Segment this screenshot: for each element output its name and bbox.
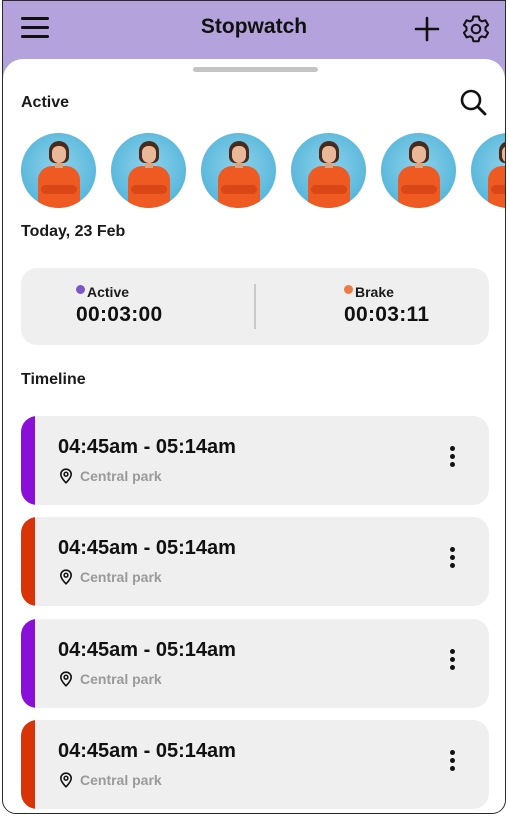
location-pin-icon <box>59 772 73 788</box>
plus-icon[interactable] <box>413 15 441 43</box>
timeline-entry[interactable]: 04:45am - 05:14am Central park <box>21 517 489 606</box>
entry-time-range: 04:45am - 05:14am <box>58 639 236 661</box>
location-pin-icon <box>59 671 73 687</box>
avatar[interactable] <box>201 133 276 208</box>
avatar[interactable] <box>21 133 96 208</box>
brake-summary: Brake 00:03:11 <box>344 284 429 327</box>
active-summary-label: Active <box>87 284 130 300</box>
entry-time-range: 04:45am - 05:14am <box>58 537 236 559</box>
search-icon[interactable] <box>458 87 488 117</box>
entry-location-label: Central park <box>80 569 162 585</box>
timeline-section-label: Timeline <box>21 371 86 388</box>
entry-time-range: 04:45am - 05:14am <box>58 436 236 458</box>
gear-icon[interactable] <box>460 13 492 45</box>
brake-status-dot <box>344 284 353 294</box>
time-summary-card: Active 00:03:00 Brake 00:03:11 <box>21 268 489 345</box>
date-label: Today, 23 Feb <box>21 223 126 240</box>
summary-divider <box>254 284 256 329</box>
entry-location: Central park <box>59 468 162 484</box>
avatar[interactable] <box>111 133 186 208</box>
sheet-drag-handle[interactable] <box>193 67 318 72</box>
active-avatars-row[interactable] <box>21 133 505 213</box>
active-status-dot <box>76 284 85 294</box>
location-pin-icon <box>59 569 73 585</box>
app-frame: Stopwatch Active Today, 23 Feb Active 00… <box>2 0 506 814</box>
entry-time-range: 04:45am - 05:14am <box>58 740 236 762</box>
more-options-icon[interactable] <box>441 547 463 575</box>
entry-location: Central park <box>59 772 162 788</box>
active-time-value: 00:03:00 <box>76 303 163 326</box>
timeline-entry[interactable]: 04:45am - 05:14am Central park <box>21 720 489 809</box>
avatar[interactable] <box>471 133 505 208</box>
entry-location-label: Central park <box>80 671 162 687</box>
entry-color-bar <box>21 720 35 809</box>
top-app-bar: Stopwatch <box>3 1 505 61</box>
active-summary: Active 00:03:00 <box>76 284 162 327</box>
avatar[interactable] <box>291 133 366 208</box>
entry-location: Central park <box>59 569 162 585</box>
entry-location-label: Central park <box>80 468 162 484</box>
entry-color-bar <box>21 517 35 606</box>
timeline-entry[interactable]: 04:45am - 05:14am Central park <box>21 416 489 505</box>
brake-time-value: 00:03:11 <box>344 303 430 326</box>
timeline-entry[interactable]: 04:45am - 05:14am Central park <box>21 619 489 708</box>
more-options-icon[interactable] <box>441 750 463 778</box>
more-options-icon[interactable] <box>441 649 463 677</box>
entry-location-label: Central park <box>80 772 162 788</box>
avatar[interactable] <box>381 133 456 208</box>
entry-location: Central park <box>59 671 162 687</box>
location-pin-icon <box>59 468 73 484</box>
active-section-label: Active <box>21 94 70 111</box>
more-options-icon[interactable] <box>441 446 463 474</box>
entry-color-bar <box>21 619 35 708</box>
entry-color-bar <box>21 416 35 505</box>
content-sheet: Active Today, 23 Feb Active 00:03:00 Bra… <box>3 59 505 813</box>
brake-summary-label: Brake <box>355 284 394 300</box>
